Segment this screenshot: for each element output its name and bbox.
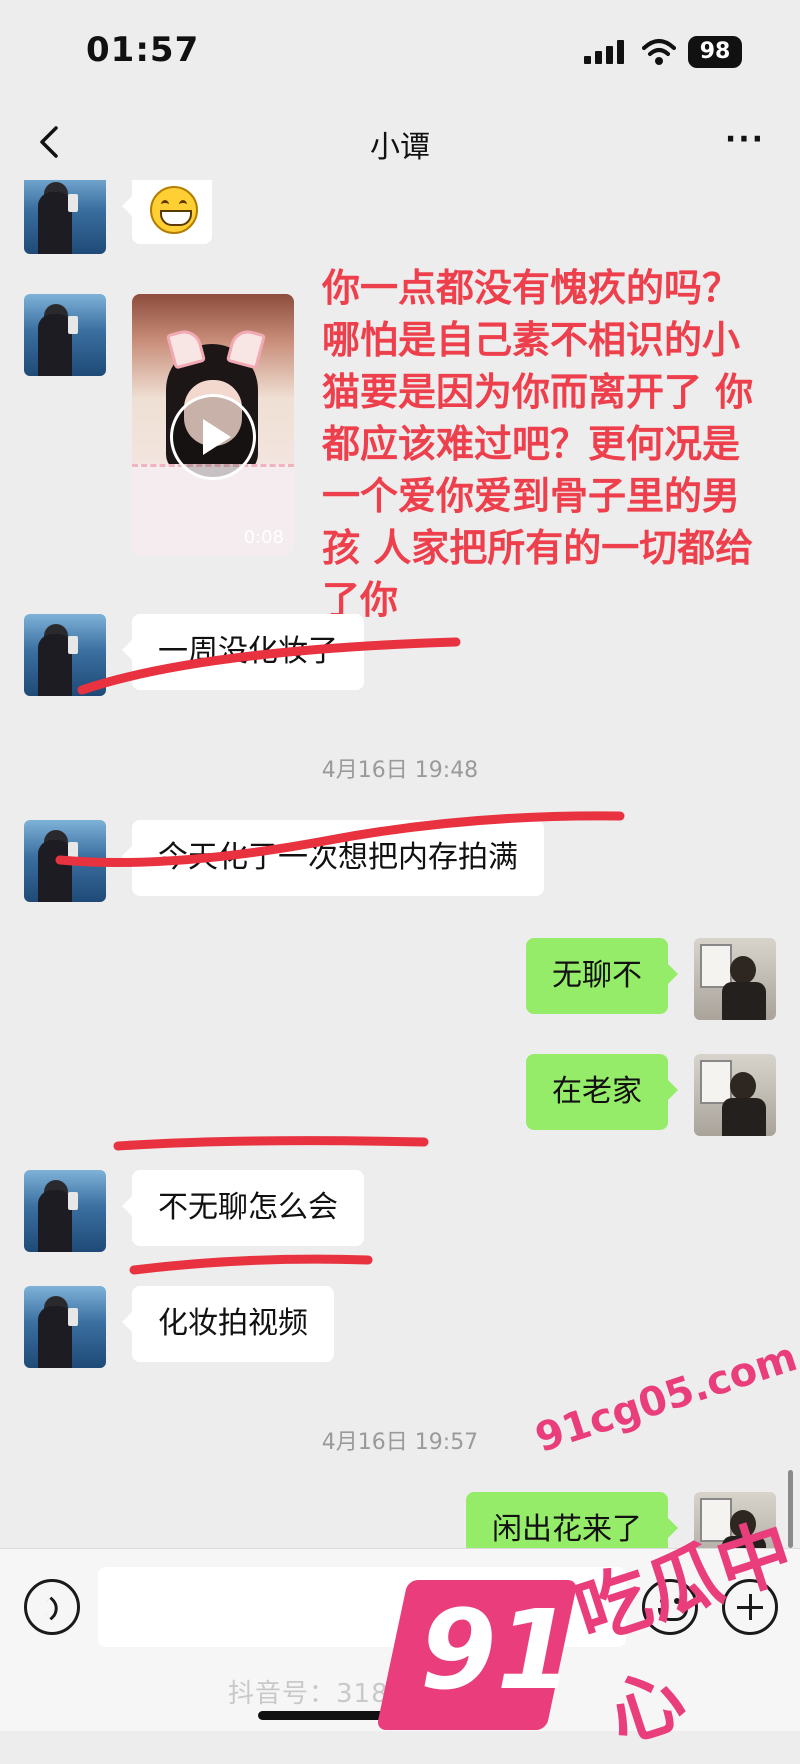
chat-header: 小谭 ···: [0, 100, 800, 180]
watermark-number: 91: [420, 1586, 574, 1714]
message-list[interactable]: 0:08 你一点都没有愧疚的吗？哪怕是自己素不相识的小猫要是因为你而离开了 你都…: [0, 180, 800, 1550]
battery-indicator: 98: [688, 36, 742, 68]
contact-name: 小谭: [370, 130, 430, 165]
signal-icon: [584, 40, 624, 64]
more-icon[interactable]: ···: [720, 122, 770, 162]
wifi-icon: [642, 39, 676, 65]
status-bar: 01:57 98: [0, 0, 800, 100]
status-time: 01:57: [86, 30, 200, 70]
voice-icon[interactable]: [24, 1579, 80, 1635]
red-underline-marks: [55, 637, 625, 1275]
